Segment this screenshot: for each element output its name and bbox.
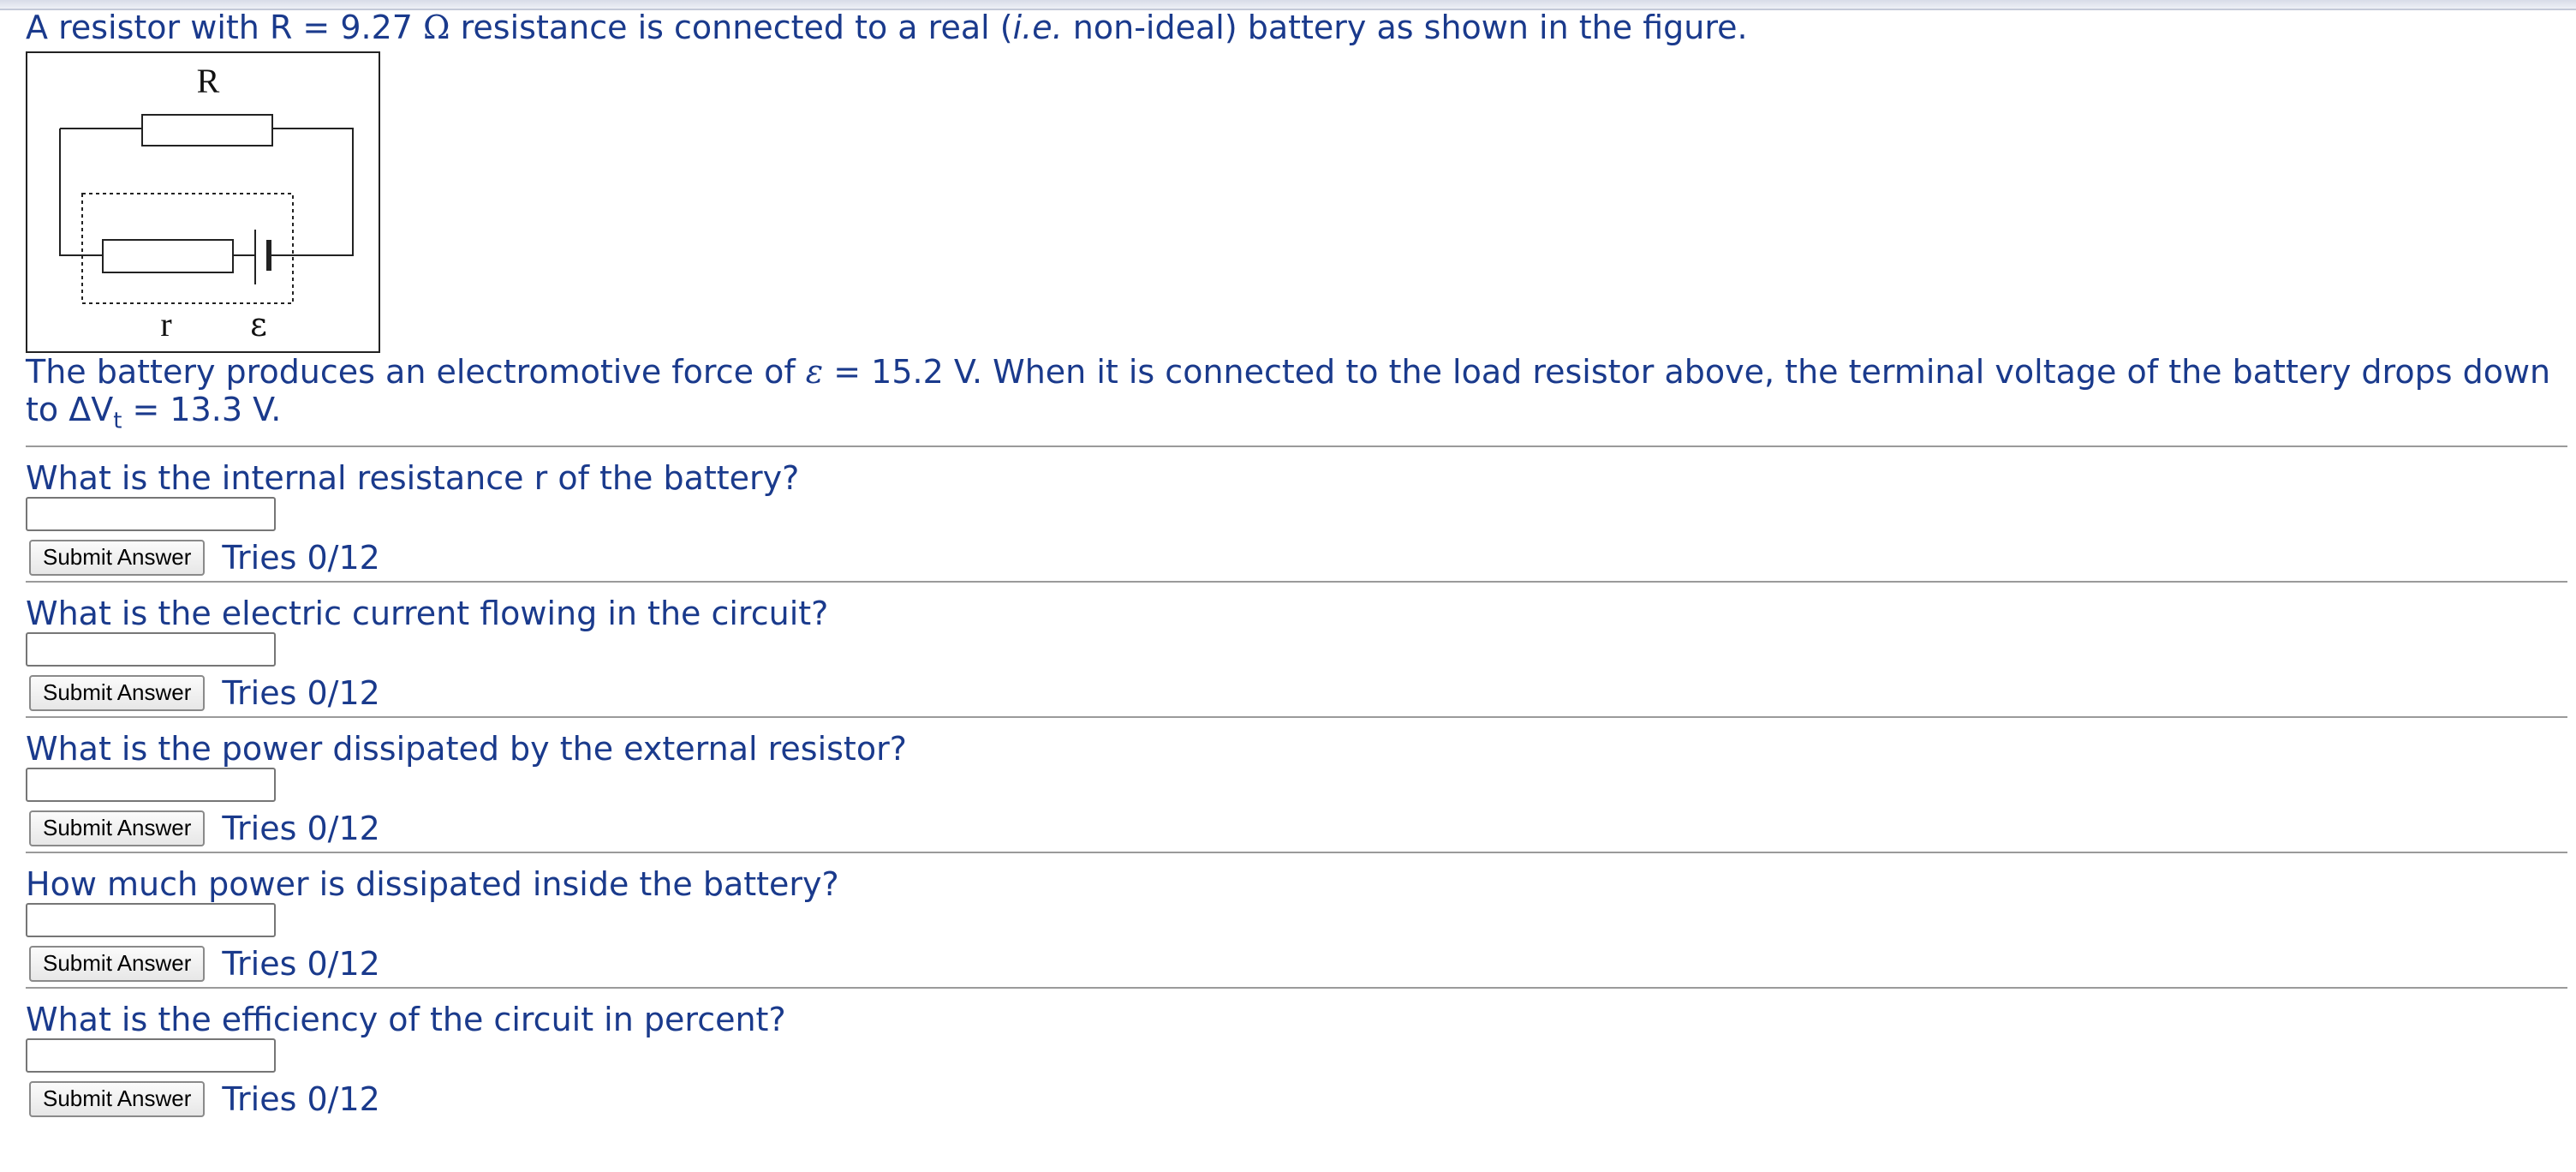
intro-text-3: non-ideal) battery as shown in the figur… xyxy=(1062,9,1748,46)
question-part-2: What is the electric current flowing in … xyxy=(26,580,2567,716)
description-text-1: The battery produces an electromotive fo… xyxy=(26,353,806,391)
question-part-1: What is the internal resistance r of the… xyxy=(26,445,2567,581)
question-part-4: How much power is dissipated inside the … xyxy=(26,851,2567,987)
submit-row: Submit Answer Tries 0/12 xyxy=(26,538,2567,577)
problem-description: The battery produces an electromotive fo… xyxy=(26,353,2567,440)
tries-counter: Tries 0/12 xyxy=(222,673,380,712)
question-part-3: What is the power dissipated by the exte… xyxy=(26,715,2567,852)
submit-answer-button[interactable]: Submit Answer xyxy=(29,539,206,576)
label-r: r xyxy=(160,305,171,344)
submit-row: Submit Answer Tries 0/12 xyxy=(26,809,2567,848)
intro-ie: i.e. xyxy=(1012,9,1063,46)
question-text: What is the power dissipated by the exte… xyxy=(26,729,907,768)
answer-input[interactable] xyxy=(26,767,276,802)
terminal-subscript: t xyxy=(113,408,122,434)
submit-answer-button[interactable]: Submit Answer xyxy=(29,674,206,711)
question-text: How much power is dissipated inside the … xyxy=(26,864,839,903)
tries-counter: Tries 0/12 xyxy=(222,538,380,577)
label-emf: ε xyxy=(250,306,267,344)
question-part-5: What is the efficiency of the circuit in… xyxy=(26,986,2567,1122)
submit-answer-button[interactable]: Submit Answer xyxy=(29,1080,206,1117)
answer-input[interactable] xyxy=(26,1037,276,1073)
problem-page: A resistor with R = 9.27 Ω resistance is… xyxy=(26,5,2567,1122)
submit-row: Submit Answer Tries 0/12 xyxy=(26,673,2567,713)
tries-counter: Tries 0/12 xyxy=(222,944,380,983)
answer-input[interactable] xyxy=(26,496,276,531)
circuit-wire xyxy=(59,128,354,256)
question-text: What is the efficiency of the circuit in… xyxy=(26,1000,786,1038)
intro-text-1: A resistor with R = 9.27 xyxy=(26,9,424,46)
internal-resistor xyxy=(102,239,234,273)
circuit-diagram: R r ε xyxy=(59,62,354,344)
answer-input[interactable] xyxy=(26,631,276,667)
ohm-symbol: Ω xyxy=(423,9,450,46)
external-resistor xyxy=(141,114,273,146)
description-text-3: = 13.3 V. xyxy=(122,391,282,428)
submit-answer-button[interactable]: Submit Answer xyxy=(29,945,206,982)
submit-row: Submit Answer Tries 0/12 xyxy=(26,944,2567,984)
circuit-figure: R r ε xyxy=(26,51,380,353)
intro-text-2: resistance is connected to a real ( xyxy=(450,9,1013,46)
submit-row: Submit Answer Tries 0/12 xyxy=(26,1079,2567,1119)
answer-input[interactable] xyxy=(26,902,276,937)
question-text: What is the electric current flowing in … xyxy=(26,594,829,632)
emf-symbol: ε xyxy=(805,353,824,391)
question-text: What is the internal resistance r of the… xyxy=(26,458,800,497)
problem-intro: A resistor with R = 9.27 Ω resistance is… xyxy=(26,5,2567,50)
tries-counter: Tries 0/12 xyxy=(222,1079,380,1118)
tries-counter: Tries 0/12 xyxy=(222,809,380,847)
label-R: R xyxy=(197,62,220,100)
submit-answer-button[interactable]: Submit Answer xyxy=(29,810,206,846)
